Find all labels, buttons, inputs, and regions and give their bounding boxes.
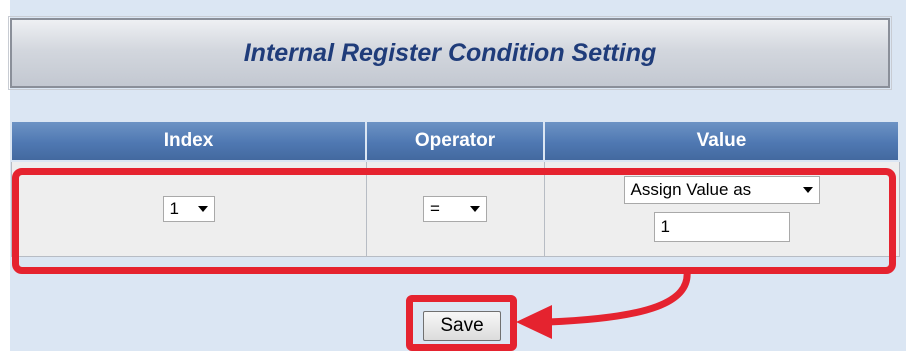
chevron-down-icon (470, 206, 480, 212)
column-header-value: Value (543, 120, 900, 162)
index-select-value: 1 (169, 199, 179, 218)
value-cell: Assign Value as (543, 160, 900, 257)
title-bar: Internal Register Condition Setting (8, 16, 892, 90)
chevron-down-icon (197, 206, 208, 212)
operator-cell: = (365, 160, 545, 257)
value-mode-select[interactable]: Assign Value as (623, 176, 820, 204)
operator-select[interactable]: = (423, 196, 487, 222)
column-header-operator: Operator (365, 120, 545, 162)
chevron-down-icon (802, 187, 813, 193)
column-header-index: Index (10, 120, 367, 162)
index-select[interactable]: 1 (162, 196, 215, 222)
table-row: 1 = Assign Value as (10, 160, 900, 257)
value-input[interactable] (653, 212, 790, 242)
save-button[interactable]: Save (423, 311, 501, 341)
table-header-row: Index Operator Value (10, 120, 900, 162)
operator-select-value: = (430, 199, 440, 218)
condition-table: Index Operator Value 1 = Assign Value as (10, 120, 900, 257)
page-title: Internal Register Condition Setting (243, 38, 657, 67)
value-mode-select-value: Assign Value as (630, 180, 752, 199)
index-cell: 1 (10, 160, 367, 257)
